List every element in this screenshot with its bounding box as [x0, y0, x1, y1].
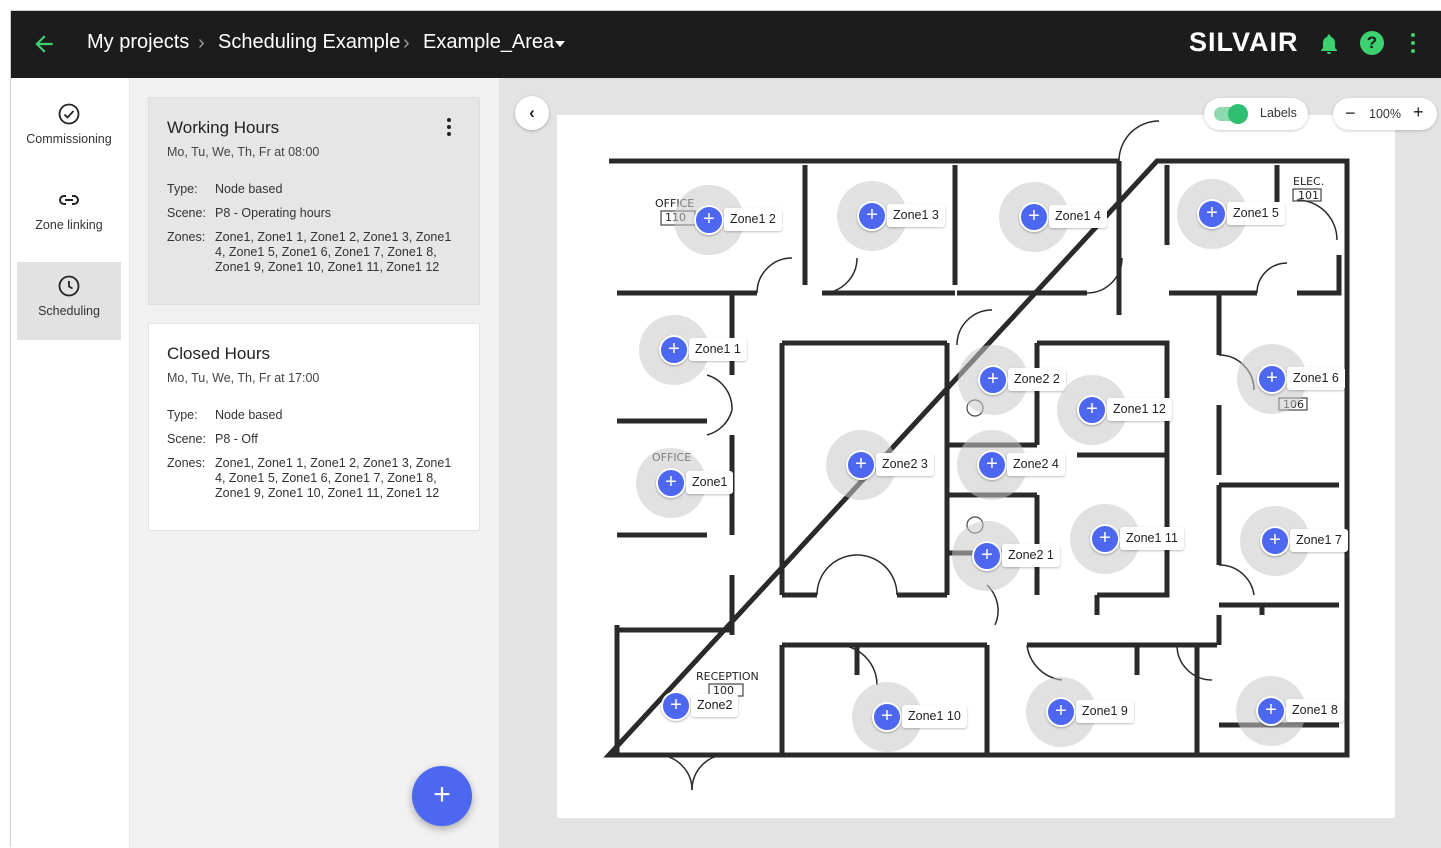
zones-label: Zones: — [167, 230, 206, 244]
zone-label: Zone1 3 — [887, 204, 945, 227]
zoom-level: 100% — [1369, 107, 1401, 121]
schedule-card-closed-hours[interactable]: Closed Hours Mo, Tu, We, Th, Fr at 17:00… — [148, 323, 480, 531]
add-zone-icon[interactable]: + — [846, 450, 876, 480]
card-more-icon[interactable] — [447, 118, 453, 139]
breadcrumb-project[interactable]: Scheduling Example — [218, 31, 400, 54]
type-label: Type: — [167, 182, 198, 196]
breadcrumb-my-projects[interactable]: My projects — [87, 31, 189, 54]
breadcrumb-area[interactable]: Example_Area — [423, 31, 554, 54]
check-circle-icon — [58, 103, 80, 125]
add-zone-icon[interactable]: + — [1256, 696, 1286, 726]
schedule-card-working-hours[interactable]: Working Hours Mo, Tu, We, Th, Fr at 08:0… — [148, 97, 480, 305]
breadcrumb-separator-icon: › — [403, 32, 410, 54]
zone-label: Zone2 — [691, 694, 739, 717]
schedule-days: Mo, Tu, We, Th, Fr at 17:00 — [167, 371, 320, 385]
type-value: Node based — [215, 408, 283, 422]
scene-value: P8 - Off — [215, 432, 258, 446]
labels-toggle-label: Labels — [1260, 106, 1297, 120]
zones-value: Zone1, Zone1 1, Zone1 2, Zone1 3, Zone1 … — [215, 456, 452, 500]
clock-icon — [58, 275, 80, 297]
zone-label: Zone1 9 — [1076, 700, 1134, 723]
add-zone-icon[interactable]: + — [694, 205, 724, 235]
zone-label: Zone1 1 — [689, 338, 747, 361]
room-label-elec: ELEC. — [1293, 175, 1325, 188]
add-zone-icon[interactable]: + — [659, 335, 689, 365]
toggle-knob — [1228, 104, 1248, 124]
zone-label: Zone1 12 — [1107, 398, 1172, 421]
schedule-days: Mo, Tu, We, Th, Fr at 08:00 — [167, 145, 320, 159]
zone-label: Zone2 1 — [1002, 544, 1060, 567]
zone-label: Zone1 11 — [1120, 527, 1184, 550]
nav-zone-linking[interactable]: Zone linking — [17, 176, 121, 254]
zone-label: Zone1 5 — [1227, 202, 1285, 225]
breadcrumb-separator-icon: › — [198, 32, 205, 54]
schedule-list-panel: Working Hours Mo, Tu, We, Th, Fr at 08:0… — [130, 78, 499, 848]
add-schedule-button[interactable]: + — [412, 766, 472, 826]
room-label-reception: RECEPTION — [696, 670, 759, 683]
scene-value: P8 - Operating hours — [215, 206, 332, 220]
back-arrow-icon[interactable] — [31, 31, 57, 57]
zone-label: Zone1 2 — [724, 208, 782, 231]
zone-label: Zone2 2 — [1008, 368, 1066, 391]
brand-logo: SILVAIR — [1189, 27, 1299, 57]
more-menu-icon[interactable] — [1409, 33, 1417, 55]
zoom-in-icon[interactable]: + — [1413, 102, 1424, 123]
nav-scheduling[interactable]: Scheduling — [17, 262, 121, 340]
zones-label: Zones: — [167, 456, 206, 470]
type-label: Type: — [167, 408, 198, 422]
add-zone-icon[interactable]: + — [978, 365, 1008, 395]
app-window: My projects › Scheduling Example › Examp… — [10, 10, 1441, 848]
map-panel: ‹ OFFICE ELEC. 101 RECEPTION 100 + Zone1… — [499, 78, 1441, 848]
add-zone-icon[interactable]: + — [1019, 202, 1049, 232]
schedule-title: Closed Hours — [167, 344, 270, 363]
link-icon — [59, 195, 79, 205]
zone-label: Zone1 4 — [1049, 205, 1107, 228]
left-sidebar: Commissioning Zone linking Scheduling — [11, 78, 130, 848]
add-zone-icon[interactable]: + — [1260, 526, 1290, 556]
nav-commissioning-label: Commissioning — [26, 132, 112, 146]
add-zone-icon[interactable]: + — [1257, 364, 1287, 394]
labels-toggle[interactable]: Labels — [1204, 98, 1308, 130]
zone-label: Zone2 4 — [1007, 453, 1065, 476]
nav-scheduling-label: Scheduling — [38, 304, 100, 318]
zoom-out-icon[interactable]: − — [1345, 103, 1356, 124]
area-dropdown-icon[interactable] — [555, 41, 565, 47]
zone-label: Zone1 8 — [1286, 699, 1344, 722]
add-zone-icon[interactable]: + — [1197, 199, 1227, 229]
bell-icon[interactable] — [1317, 32, 1341, 56]
help-icon[interactable]: ? — [1360, 31, 1384, 55]
zone-label: Zone1 10 — [902, 705, 967, 728]
add-zone-icon[interactable]: + — [872, 702, 902, 732]
floor-plan: OFFICE 110 ELEC. 101 106 OFFICE RECEPTIO… — [557, 115, 1395, 818]
type-value: Node based — [215, 182, 283, 196]
zones-value: Zone1, Zone1 1, Zone1 2, Zone1 3, Zone1 … — [215, 230, 452, 274]
add-zone-icon[interactable]: + — [1077, 395, 1107, 425]
add-zone-icon[interactable]: + — [857, 201, 887, 231]
nav-commissioning[interactable]: Commissioning — [17, 90, 121, 168]
add-zone-icon[interactable]: + — [656, 468, 686, 498]
zone-label: Zone2 3 — [876, 453, 934, 476]
scene-label: Scene: — [167, 432, 206, 446]
add-zone-icon[interactable]: + — [661, 691, 691, 721]
zone-label: Zone1 7 — [1290, 529, 1348, 552]
zone-label: Zone1 6 — [1287, 367, 1345, 390]
room-number-101: 101 — [1298, 189, 1319, 202]
schedule-title: Working Hours — [167, 118, 280, 137]
add-zone-icon[interactable]: + — [972, 541, 1002, 571]
zoom-control: − 100% + — [1333, 98, 1437, 130]
add-zone-icon[interactable]: + — [1090, 524, 1120, 554]
add-zone-icon[interactable]: + — [1046, 697, 1076, 727]
zone-label: Zone1 — [686, 471, 734, 494]
collapse-panel-button[interactable]: ‹ — [515, 96, 549, 130]
add-zone-icon[interactable]: + — [977, 450, 1007, 480]
nav-zone-linking-label: Zone linking — [35, 218, 103, 232]
scene-label: Scene: — [167, 206, 206, 220]
top-bar: My projects › Scheduling Example › Examp… — [11, 11, 1441, 78]
